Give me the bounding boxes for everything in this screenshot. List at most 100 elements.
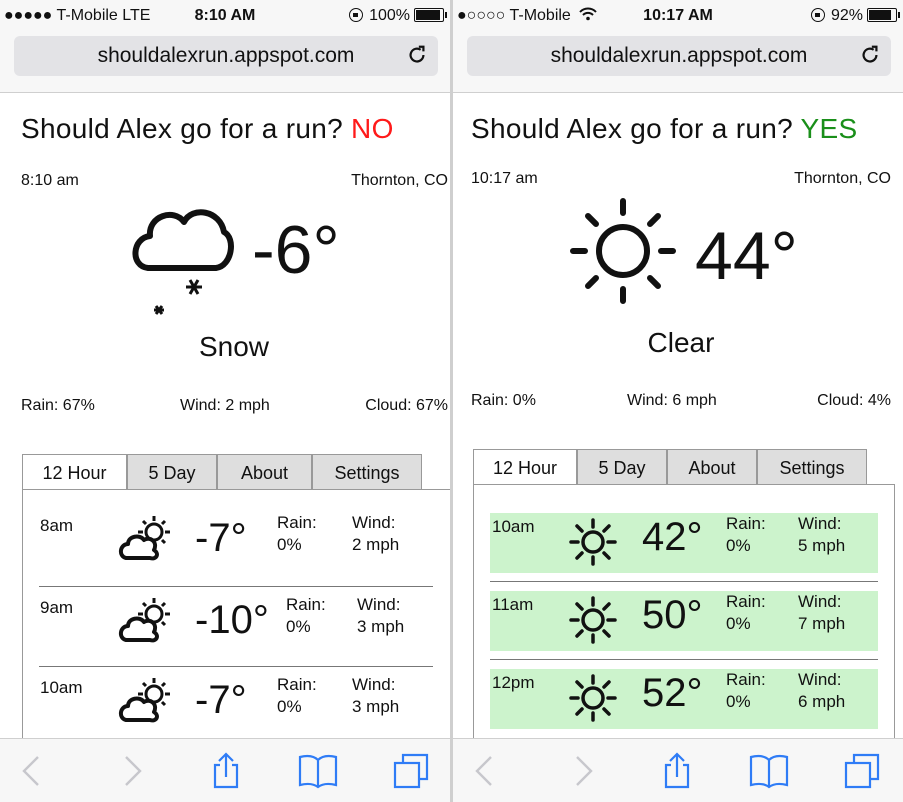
condition: Clear <box>647 327 715 358</box>
back-icon[interactable] <box>465 751 505 791</box>
sun-icon <box>569 674 617 722</box>
hour-time: 8am <box>40 516 74 535</box>
hour-wind-label: Wind: <box>798 592 842 611</box>
tab-about[interactable]: About <box>217 454 312 490</box>
tab-5-day[interactable]: 5 Day <box>127 454 217 490</box>
tab-12-hour[interactable]: 12 Hour <box>22 454 127 490</box>
question-text: Should Alex go for a run? <box>21 113 343 144</box>
hour-temp: -10° <box>195 598 269 642</box>
hour-rain-label: Rain: <box>726 514 766 533</box>
hour-wind-label: Wind: <box>798 514 842 533</box>
tab-settings[interactable]: Settings <box>312 454 422 490</box>
hour-wind: 3 mph <box>352 697 400 716</box>
hourly-panel: 8am -7° Rain: 0% Wind: 2 mph 9am -10° Ra… <box>22 489 450 738</box>
answer-yes: YES <box>800 113 858 144</box>
condition: Snow <box>198 331 270 362</box>
hour-time: 10am <box>40 678 83 697</box>
hour-wind: 6 mph <box>798 692 846 711</box>
hour-rain: 0% <box>286 617 311 636</box>
row-divider <box>39 586 433 587</box>
status-bar: ●●●●● T-Mobile LTE 8:10 AM 100% <box>0 0 450 32</box>
location: Thornton, CO <box>351 172 448 189</box>
hour-temp: -7° <box>195 678 247 722</box>
hourly-panel: 10am 42° Rain: 0% Wind: 5 mph 11am 50° R… <box>473 484 895 738</box>
hour-row: 10am -7° Rain: 0% Wind: 3 mph <box>23 668 450 738</box>
battery-status: 92% <box>810 7 900 25</box>
partly-cloudy-icon <box>119 598 170 643</box>
battery-percent: 100% <box>369 7 410 24</box>
hour-rain: 0% <box>726 536 751 555</box>
hour-wind: 5 mph <box>798 536 846 555</box>
hour-time: 11am <box>492 595 534 614</box>
reload-icon[interactable] <box>859 44 881 66</box>
hour-rain: 0% <box>277 697 302 716</box>
current-temp: 44° <box>695 218 798 294</box>
share-icon[interactable] <box>657 751 697 791</box>
reload-icon[interactable] <box>406 44 428 66</box>
partly-cloudy-icon <box>119 678 170 723</box>
battery-icon <box>414 8 447 22</box>
tab-about[interactable]: About <box>667 449 757 485</box>
back-icon[interactable] <box>12 751 52 791</box>
snow-cloud-icon <box>132 209 234 315</box>
hour-row-good: 10am 42° Rain: 0% Wind: 5 mph <box>490 513 878 573</box>
tab-12-hour[interactable]: 12 Hour <box>473 449 577 485</box>
bookmarks-icon[interactable] <box>749 751 789 791</box>
hour-wind: 2 mph <box>352 535 400 554</box>
phone-right: ●○○○○ T-Mobile 10:17 AM 92% shouldalexru… <box>453 0 903 802</box>
battery-fill <box>416 10 440 20</box>
url-text: shouldalexrun.appspot.com <box>97 44 355 67</box>
hour-rain-label: Rain: <box>286 595 326 614</box>
hour-row-good: 12pm 52° Rain: 0% Wind: 6 mph <box>490 669 878 729</box>
hour-rain-label: Rain: <box>726 670 766 689</box>
sun-icon <box>569 518 617 566</box>
hour-wind-label: Wind: <box>357 595 401 614</box>
tab-5-day[interactable]: 5 Day <box>577 449 667 485</box>
browser-chrome: ●○○○○ T-Mobile 10:17 AM 92% shouldalexru… <box>453 0 903 93</box>
bookmarks-icon[interactable] <box>298 751 338 791</box>
hour-row: 8am -7° Rain: 0% Wind: 2 mph <box>23 506 450 586</box>
rain-summary: Rain: 67% <box>21 397 95 414</box>
battery-icon <box>867 8 900 22</box>
tabs-icon[interactable] <box>843 751 883 791</box>
tab-settings[interactable]: Settings <box>757 449 867 485</box>
screenshot-pair: ●●●●● T-Mobile LTE 8:10 AM 100% shouldal… <box>0 0 903 802</box>
hour-wind: 3 mph <box>357 617 405 636</box>
hour-temp: 52° <box>642 671 703 715</box>
phone-left: ●●●●● T-Mobile LTE 8:10 AM 100% shouldal… <box>0 0 450 802</box>
browser-toolbar <box>453 738 903 802</box>
browser-chrome: ●●●●● T-Mobile LTE 8:10 AM 100% shouldal… <box>0 0 450 93</box>
tabs-icon[interactable] <box>392 751 432 791</box>
forward-icon[interactable] <box>112 751 152 791</box>
page-title: Should Alex go for a run? NO <box>21 113 394 145</box>
hour-rain: 0% <box>277 535 302 554</box>
battery-status: 100% <box>349 7 447 25</box>
rotation-lock-icon <box>349 8 364 22</box>
browser-toolbar <box>0 738 450 802</box>
address-bar[interactable]: shouldalexrun.appspot.com <box>467 36 891 76</box>
current-temp: -6° <box>252 212 340 288</box>
address-bar[interactable]: shouldalexrun.appspot.com <box>14 36 438 76</box>
hour-wind: 7 mph <box>798 614 846 633</box>
rain-summary: Rain: 0% <box>471 392 536 409</box>
battery-percent: 92% <box>830 7 863 24</box>
sun-icon <box>569 596 617 644</box>
question-text: Should Alex go for a run? <box>471 113 793 144</box>
hour-rain-label: Rain: <box>277 675 317 694</box>
location: Thornton, CO <box>794 170 891 187</box>
hour-rain: 0% <box>726 614 751 633</box>
hour-row: 9am -10° Rain: 0% Wind: 3 mph <box>23 588 450 668</box>
row-divider <box>490 659 878 660</box>
share-icon[interactable] <box>206 751 246 791</box>
row-divider <box>490 581 878 582</box>
hour-rain: 0% <box>726 692 751 711</box>
wind-summary: Wind: 6 mph <box>627 392 717 409</box>
sun-icon <box>570 198 676 304</box>
page-content: Should Alex go for a run? YES 10:17 am T… <box>453 93 903 738</box>
hour-rain-label: Rain: <box>277 513 317 532</box>
forward-icon[interactable] <box>563 751 603 791</box>
hour-wind-label: Wind: <box>352 513 396 532</box>
hour-rain-label: Rain: <box>726 592 766 611</box>
hour-wind-label: Wind: <box>798 670 842 689</box>
page-content: Should Alex go for a run? NO 8:10 am Tho… <box>0 93 450 738</box>
